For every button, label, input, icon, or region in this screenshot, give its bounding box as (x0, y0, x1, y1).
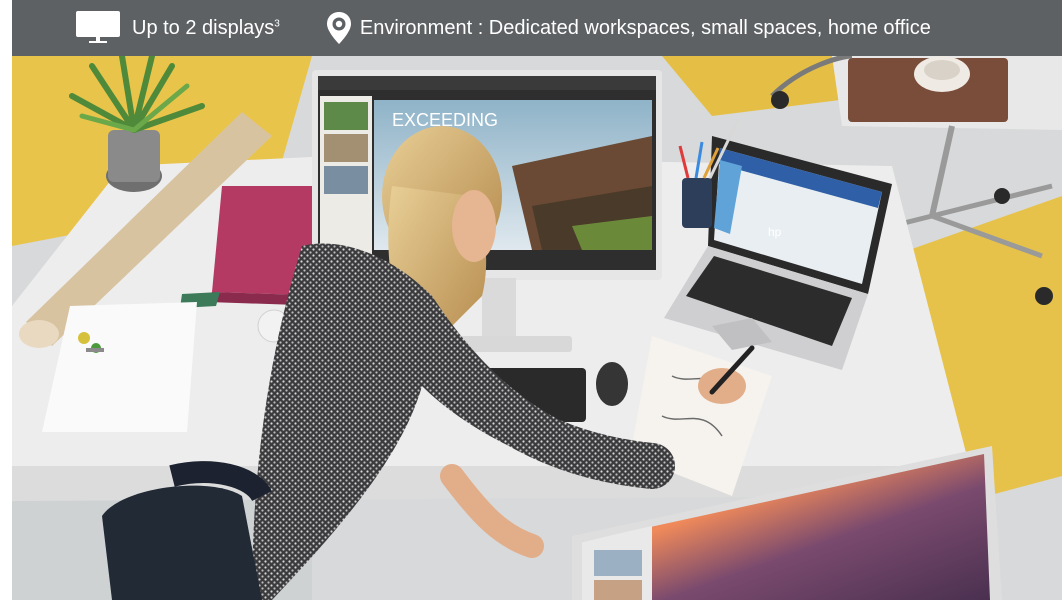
displays-text: Up to 2 displays3 (132, 16, 280, 39)
environment-spec: Environment : Dedicated workspaces, smal… (326, 0, 931, 56)
location-pin-icon (326, 11, 352, 45)
displays-spec: Up to 2 displays3 (76, 0, 280, 56)
laptop-logo: hp (768, 225, 782, 239)
monitor-icon (76, 11, 120, 45)
office-photo: EXCEEDING hp (12, 56, 1062, 600)
product-panel: Up to 2 displays3 Environment : Dedicate… (12, 0, 1062, 600)
environment-text: Environment : Dedicated workspaces, smal… (359, 16, 931, 39)
footnote-marker: 3 (274, 17, 280, 29)
spec-bar: Up to 2 displays3 Environment : Dedicate… (12, 0, 1062, 56)
office-scene-illustration: EXCEEDING hp (12, 56, 1062, 600)
